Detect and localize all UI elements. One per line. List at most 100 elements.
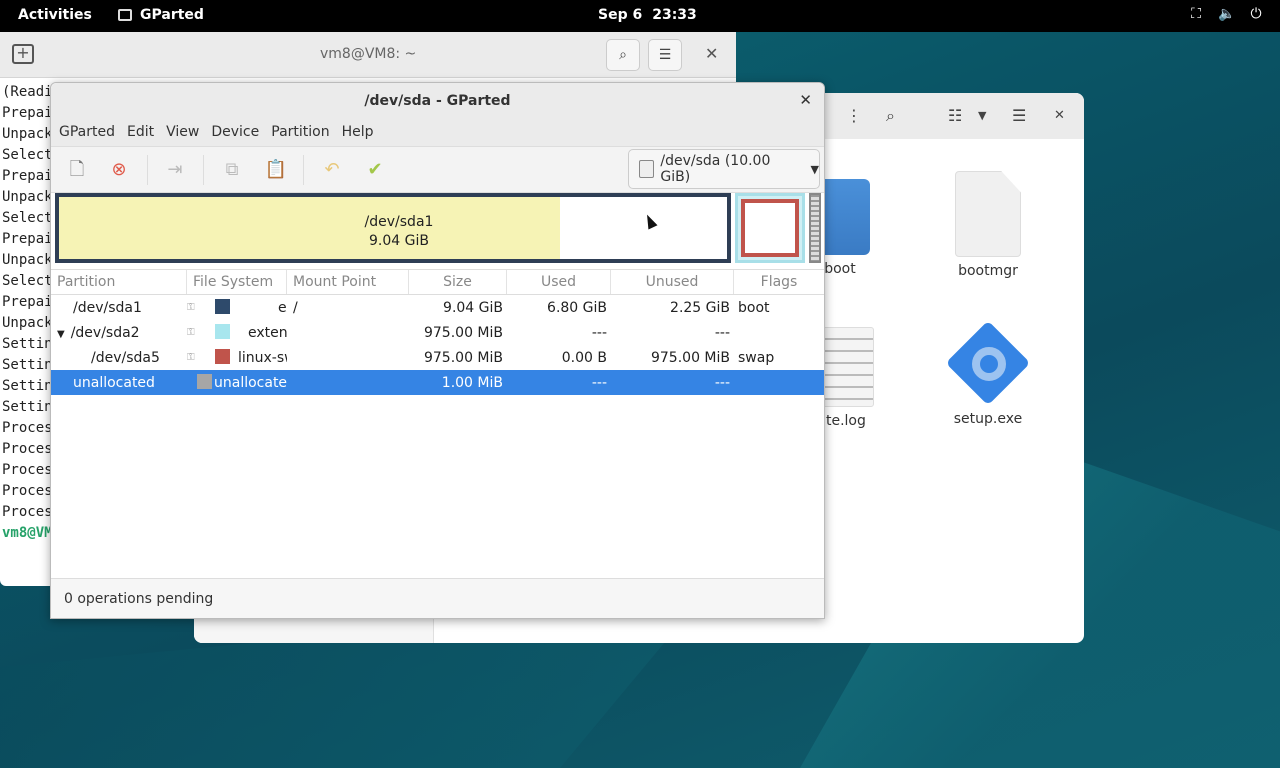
column-header-filesystem[interactable]: File System xyxy=(187,270,287,294)
cell-partition: ▼ /dev/sda2 xyxy=(51,325,187,341)
chevron-down-icon[interactable]: ▼ xyxy=(978,109,986,122)
gparted-window[interactable]: /dev/sda - GParted ✕ GParted Edit View D… xyxy=(50,82,825,619)
column-header-flags[interactable]: Flags xyxy=(734,270,824,294)
new-tab-icon[interactable]: + xyxy=(12,44,34,64)
resize-move-icon[interactable]: ⇥ xyxy=(162,157,188,183)
menu-view[interactable]: View xyxy=(160,119,205,146)
cell-used: --- xyxy=(591,374,607,391)
cell-partition: unallocated xyxy=(51,375,187,391)
device-selector[interactable]: /dev/sda (10.00 GiB) ▼ xyxy=(628,149,820,189)
menu-edit[interactable]: Edit xyxy=(121,119,160,146)
key-icon: ⚿ xyxy=(187,327,195,338)
filesystem-name: ext4 xyxy=(278,300,287,316)
search-button[interactable]: ⌕ xyxy=(606,39,640,71)
terminal-headerbar: + vm8@VM8: ~ ⌕ ☰ ✕ xyxy=(0,32,736,78)
cell-mountpoint: / xyxy=(293,299,298,316)
column-header-partition[interactable]: Partition xyxy=(51,270,187,294)
delete-partition-icon[interactable]: ⊗ xyxy=(106,157,132,183)
table-header: Partition File System Mount Point Size U… xyxy=(51,269,824,295)
disk-icon xyxy=(639,160,655,178)
document-icon xyxy=(955,171,1021,257)
table-row[interactable]: ▼ /dev/sda2 ⚿ extended 975.00 MiB --- --- xyxy=(51,320,824,345)
cell-used: 0.00 B xyxy=(561,349,607,366)
cell-used: --- xyxy=(591,324,607,341)
cell-partition: /dev/sda5 xyxy=(51,350,187,366)
column-header-mountpoint[interactable]: Mount Point xyxy=(287,270,409,294)
cell-unused: 2.25 GiB xyxy=(670,299,730,316)
partition-block-sda5[interactable] xyxy=(741,199,799,257)
undo-icon[interactable]: ↶ xyxy=(319,157,345,183)
file-name: setup.exe xyxy=(953,411,1023,427)
cell-unused: --- xyxy=(714,374,730,391)
cell-filesystem: linux-swap xyxy=(215,349,287,366)
partition-block-sda1[interactable]: /dev/sda1 9.04 GiB xyxy=(55,193,731,263)
app-name: GParted xyxy=(140,7,204,23)
partition-name: /dev/sda1 xyxy=(73,299,142,316)
cell-flags: swap xyxy=(738,349,775,366)
table-row[interactable]: /dev/sda5 ⚿ linux-swap 975.00 MiB 0.00 B… xyxy=(51,345,824,370)
cell-unused: --- xyxy=(714,324,730,341)
system-tray[interactable]: ⛶ 🔈 ⏻ xyxy=(1188,6,1264,22)
menu-button[interactable]: ☰ xyxy=(648,39,682,71)
cell-size: 975.00 MiB xyxy=(423,324,503,341)
filesystem-color-swatch xyxy=(215,324,230,339)
partition-map: /dev/sda1 9.04 GiB xyxy=(55,193,821,263)
cell-filesystem: extended xyxy=(215,324,287,341)
cell-size: 975.00 MiB xyxy=(423,349,503,366)
partition-block-unallocated[interactable] xyxy=(809,193,821,263)
menu-gparted[interactable]: GParted xyxy=(53,119,121,146)
gparted-titlebar[interactable]: /dev/sda - GParted ✕ xyxy=(51,83,824,119)
more-icon[interactable]: ⋮ xyxy=(846,106,862,125)
file-name: bootmgr xyxy=(958,263,1018,279)
expander-icon[interactable]: ▼ xyxy=(57,329,65,340)
filesystem-color-swatch xyxy=(197,374,212,389)
cell-used: 6.80 GiB xyxy=(547,299,607,316)
top-bar: Activities GParted Sep 6 23:33 ⛶ 🔈 ⏻ xyxy=(0,0,1280,32)
close-icon[interactable]: ✕ xyxy=(799,91,812,109)
cell-partition: /dev/sda1 xyxy=(51,300,187,316)
gparted-app-icon xyxy=(118,9,132,21)
file-item[interactable]: bootmgr xyxy=(928,171,1048,279)
partition-block-name: /dev/sda1 xyxy=(364,214,434,230)
column-header-used[interactable]: Used xyxy=(507,270,611,294)
search-icon[interactable]: ⌕ xyxy=(886,106,895,126)
menu-help[interactable]: Help xyxy=(336,119,380,146)
copy-icon[interactable]: ⧉ xyxy=(219,157,245,183)
partition-name: /dev/sda2 xyxy=(70,324,140,341)
toolbar-separator xyxy=(203,155,204,185)
hamburger-icon[interactable]: ☰ xyxy=(1012,106,1026,125)
filesystem-color-swatch xyxy=(215,299,230,314)
volume-icon[interactable]: 🔈 xyxy=(1218,6,1235,22)
cell-size: 9.04 GiB xyxy=(443,299,503,316)
menubar: GParted Edit View Device Partition Help xyxy=(51,119,824,147)
column-header-unused[interactable]: Unused xyxy=(611,270,734,294)
app-menu[interactable]: GParted xyxy=(118,7,204,23)
menu-partition[interactable]: Partition xyxy=(265,119,335,146)
menu-device[interactable]: Device xyxy=(205,119,265,146)
close-icon[interactable]: ✕ xyxy=(1054,108,1065,123)
apply-icon[interactable]: ✔ xyxy=(362,157,388,183)
filesystem-name: unallocated xyxy=(214,375,287,391)
list-view-icon[interactable]: ☷ xyxy=(948,106,962,125)
file-item[interactable]: setup.exe xyxy=(928,320,1048,427)
cell-filesystem: ext4 xyxy=(215,299,287,316)
close-icon[interactable]: ✕ xyxy=(705,44,718,63)
cell-unused: 975.00 MiB xyxy=(650,349,730,366)
column-header-size[interactable]: Size xyxy=(409,270,507,294)
cell-size: 1.00 MiB xyxy=(441,374,503,391)
toolbar: 🗋 ⊗ ⇥ ⧉ 📋 ↶ ✔ /dev/sda (10.00 GiB) ▼ xyxy=(51,147,824,193)
cell-filesystem: unallocated xyxy=(197,374,287,391)
activities-button[interactable]: Activities xyxy=(18,7,92,23)
network-icon[interactable]: ⛶ xyxy=(1188,6,1204,22)
table-row-selected[interactable]: unallocated unallocated 1.00 MiB --- --- xyxy=(51,370,824,395)
window-title: /dev/sda - GParted xyxy=(364,93,511,109)
paste-icon[interactable]: 📋 xyxy=(263,157,289,183)
clock-time: 23:33 xyxy=(652,7,697,23)
table-row[interactable]: /dev/sda1 ⚿ ext4 / 9.04 GiB 6.80 GiB 2.2… xyxy=(51,295,824,320)
terminal-title: vm8@VM8: ~ xyxy=(320,46,417,62)
new-partition-icon[interactable]: 🗋 xyxy=(64,157,90,183)
partition-table: Partition File System Mount Point Size U… xyxy=(51,269,824,395)
clock[interactable]: Sep 6 23:33 xyxy=(598,7,697,23)
partition-block-extended[interactable] xyxy=(735,193,805,263)
power-icon[interactable]: ⏻ xyxy=(1248,6,1264,22)
